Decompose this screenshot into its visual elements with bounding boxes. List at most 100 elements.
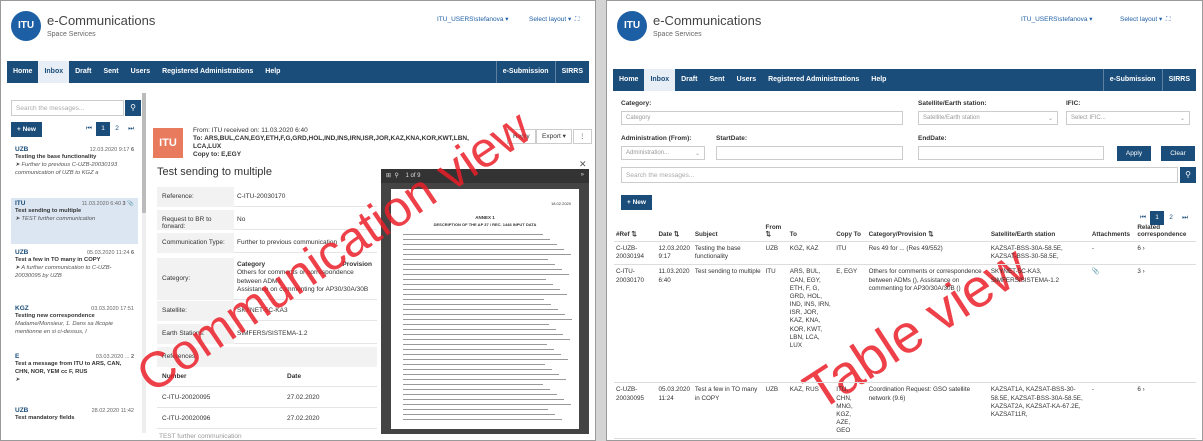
category-item: Others for comments or correspondence be… — [237, 269, 354, 285]
category-filter-input[interactable]: Category — [621, 111, 903, 125]
last-page-icon[interactable]: ⏭ — [124, 122, 138, 136]
category-head-text: Category — [237, 261, 266, 268]
select-layout-label: Select layout — [1120, 16, 1158, 23]
close-icon[interactable]: ✕ — [579, 159, 587, 170]
select-layout[interactable]: Select layout ▾ ⛶ — [529, 15, 579, 24]
col-date[interactable]: Date ⇅ — [656, 221, 693, 242]
message-item[interactable]: UZB 12.03.2020 9:17 6 Testing the base f… — [11, 144, 138, 194]
nav-sent[interactable]: Sent — [703, 69, 730, 91]
end-date-input[interactable] — [918, 146, 1104, 160]
new-message-button[interactable]: + New — [11, 122, 42, 137]
pdf-viewer[interactable]: ⊞ ⚲ 1 of 9» 18.02.2020 ANNEX 1 DESCRIPTI… — [381, 169, 589, 434]
header: ITU e-Communications Space Services ITU_… — [1, 1, 595, 61]
nav-home[interactable]: Home — [613, 69, 644, 91]
satellite-value: SKYNET-5C-KA3 — [237, 307, 288, 314]
doc-line — [403, 349, 554, 350]
satellite-filter-select[interactable]: Satellite/Earth station ⌄ — [918, 111, 1058, 125]
first-page-icon[interactable]: ⏮ — [82, 122, 96, 136]
scrollbar-thumb[interactable] — [142, 93, 146, 213]
cell-attachments[interactable]: 📎 — [1089, 264, 1136, 384]
message-item[interactable]: UZB 05.03.2020 11:24 6 Test a few in TO … — [11, 247, 138, 297]
message-header: From: ITU received on: 11.03.2020 6:40 T… — [193, 127, 503, 160]
start-date-input[interactable] — [716, 146, 903, 160]
table-row[interactable]: C-UZB-20030095 05.03.2020 11:24 Test a few… — [614, 382, 1196, 440]
user-menu[interactable]: ITU_USERS\stefanova ▾ — [1021, 15, 1093, 23]
nav-sirrs[interactable]: SIRRS — [1161, 69, 1196, 91]
app-title: e-Communications — [47, 13, 156, 28]
ific-filter-label: IFIC: — [1066, 100, 1081, 107]
category-item: Assistance on commenting for AP30/30A/30… — [237, 286, 369, 294]
pdf-next-icon[interactable]: » — [581, 172, 584, 178]
select-layout[interactable]: Select layout ▾ ⛶ — [1120, 15, 1170, 24]
nav-inbox[interactable]: Inbox — [644, 69, 676, 91]
nav-users[interactable]: Users — [731, 69, 762, 91]
doc-line — [403, 374, 559, 375]
message-to: To: ARS,BUL,CAN,EGY,ETH,F,G,GRD,HOL,IND,… — [193, 135, 469, 143]
message-item[interactable]: KGZ 03.03.2020 17:51 Testing new corresp… — [11, 303, 138, 348]
cell-related[interactable]: 6 › — [1135, 382, 1196, 440]
message-search-input[interactable]: Search the messages... — [621, 167, 1178, 183]
search-icon[interactable]: ⚲ — [125, 100, 141, 116]
export-button[interactable]: Export ▾ — [536, 129, 572, 144]
references-row: References: — [157, 347, 377, 367]
message-copy: Copy to: E,EGY — [193, 151, 242, 159]
category-row: Category: Category Provision Others for … — [157, 258, 377, 300]
itu-logo: ITU — [617, 11, 647, 41]
doc-line — [403, 344, 547, 345]
nav-draft[interactable]: Draft — [69, 61, 97, 83]
category-value: Category Provision Others for comments o… — [237, 261, 372, 295]
message-count-badge: 6 — [130, 250, 134, 256]
nav-help[interactable]: Help — [259, 61, 286, 83]
admin-filter-label: Administration (From): — [621, 135, 692, 142]
reply-button[interactable]: Reply — [507, 129, 536, 144]
message-item[interactable]: UZB 28.02.2020 11:42 Test mandatory fiel… — [11, 405, 138, 437]
cell-subject: Test sending to multiple — [692, 264, 764, 384]
cell-to: KGZ, KAZ — [787, 241, 835, 266]
nav-inbox[interactable]: Inbox — [38, 61, 70, 83]
doc-line — [403, 289, 560, 290]
ific-filter-select[interactable]: Select IFIC... ⌄ — [1066, 111, 1190, 125]
page-2[interactable]: 2 — [110, 122, 124, 136]
message-item[interactable]: E 03.03.2020 ... 2 Test a message from I… — [11, 351, 138, 401]
nav-registered-administrations[interactable]: Registered Administrations — [762, 69, 865, 91]
table-row[interactable]: C-ITU-20030170 11.03.2020 6:40 Test sendin… — [614, 264, 1196, 384]
col-category[interactable]: Category/Provision ⇅ — [866, 221, 989, 242]
message-date-text: 03.03.2020 ... — [95, 354, 130, 360]
cell-attachments[interactable]: - — [1089, 382, 1136, 440]
reference-item[interactable]: C-ITU-20020095 27.02.2020 — [157, 388, 377, 408]
nav-registered-administrations[interactable]: Registered Administrations — [156, 61, 259, 83]
message-item-selected[interactable]: ITU 11.03.2020 6:40 3 📎 Test sending to … — [11, 198, 138, 244]
clear-button[interactable]: Clear — [1161, 146, 1195, 161]
reference-item[interactable]: C-ITU-20020096 27.02.2020 — [157, 409, 377, 429]
doc-line — [403, 409, 548, 410]
message-list-scrollbar[interactable] — [142, 93, 146, 433]
user-menu[interactable]: ITU_USERS\stefanova ▾ — [437, 15, 509, 23]
nav-draft[interactable]: Draft — [675, 69, 703, 91]
apply-button[interactable]: Apply — [1117, 146, 1151, 161]
col-ref[interactable]: #Ref ⇅ — [614, 221, 657, 242]
nav-users[interactable]: Users — [125, 61, 156, 83]
cell-related[interactable]: 3 › — [1135, 264, 1196, 384]
col-from[interactable]: From ⇅ — [763, 221, 788, 242]
more-icon[interactable]: ⋮ — [573, 129, 592, 144]
cell-related[interactable]: 6 › — [1135, 241, 1196, 266]
brand: e-Communications Space Services — [653, 13, 761, 38]
reference-row: Reference: C-ITU-20030170 — [157, 187, 377, 207]
nav-home[interactable]: Home — [7, 61, 38, 83]
admin-filter-select[interactable]: Administration... ⌄ — [621, 146, 705, 160]
nav-e-submission[interactable]: e-Submission — [1102, 69, 1162, 91]
cell-attachments[interactable]: - — [1089, 241, 1136, 266]
nav-sent[interactable]: Sent — [97, 61, 124, 83]
search-icon[interactable]: ⚲ — [1180, 167, 1196, 183]
table-row[interactable]: C-UZB-20030194 12.03.2020 9:17 Testing the… — [614, 241, 1196, 266]
page-1[interactable]: 1 — [96, 122, 110, 136]
new-message-button[interactable]: + New — [621, 195, 652, 210]
end-date-label: EndDate: — [918, 135, 947, 142]
doc-line — [403, 419, 562, 420]
nav-sirrs[interactable]: SIRRS — [554, 61, 589, 83]
nav-help[interactable]: Help — [865, 69, 892, 91]
app-title: e-Communications — [653, 13, 762, 28]
nav-e-submission[interactable]: e-Submission — [495, 61, 555, 83]
message-search-input[interactable]: Search the messages... — [11, 100, 124, 116]
app-subtitle: Space Services — [653, 31, 702, 38]
